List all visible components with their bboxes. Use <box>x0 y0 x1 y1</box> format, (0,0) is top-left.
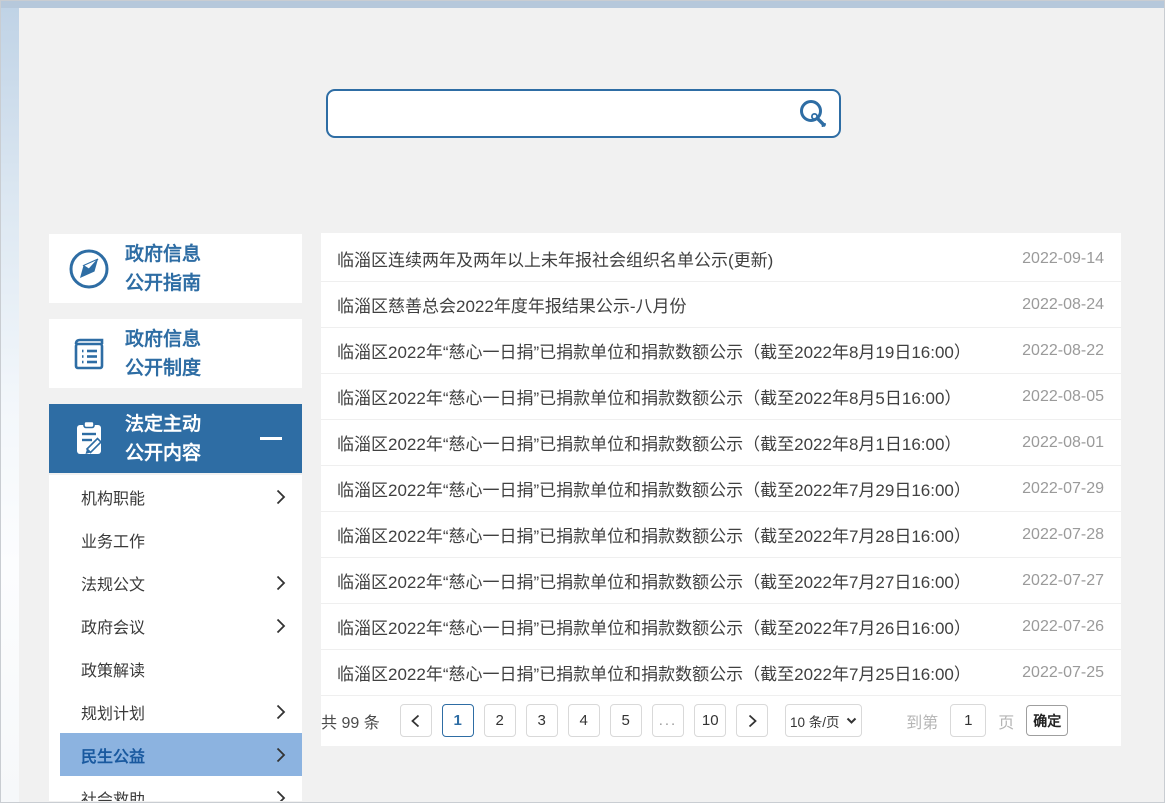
register-book-icon <box>66 331 112 377</box>
left-gradient-strip <box>1 8 19 803</box>
page-size-value: 10 条/页 <box>790 711 840 731</box>
sidebar-item-label: 法规公文 <box>81 571 276 595</box>
prev-page-button[interactable] <box>400 704 432 737</box>
announcement-title[interactable]: 临淄区2022年“慈心一日捐”已捐款单位和捐款数额公示（截至2022年7月27日… <box>337 568 1002 593</box>
announcement-row[interactable]: 临淄区2022年“慈心一日捐”已捐款单位和捐款数额公示（截至2022年7月27日… <box>321 558 1121 604</box>
collapse-minus-icon[interactable] <box>260 437 282 440</box>
chevron-left-icon <box>411 714 420 728</box>
sidebar-submenu: 机构职能 业务工作 法规公文 <box>49 475 302 801</box>
next-page-button[interactable] <box>736 704 768 737</box>
goto-page-input[interactable] <box>950 704 986 737</box>
search-box <box>326 89 841 138</box>
goto-page-suffix: 页 <box>998 709 1014 733</box>
chevron-down-icon <box>846 717 857 724</box>
compass-icon <box>66 246 112 292</box>
goto-page-prefix: 到第 <box>906 709 938 733</box>
page-size-select[interactable]: 10 条/页 <box>785 704 862 737</box>
top-strip <box>1 1 1164 8</box>
chevron-right-icon <box>276 532 286 548</box>
announcement-row[interactable]: 临淄区2022年“慈心一日捐”已捐款单位和捐款数额公示（截至2022年8月5日1… <box>321 374 1121 420</box>
chevron-right-icon <box>276 661 286 677</box>
sidebar-section-gov-info-guide[interactable]: 政府信息 公开指南 <box>49 234 302 303</box>
chevron-right-icon <box>276 489 286 505</box>
announcement-date: 2022-07-25 <box>1022 664 1104 682</box>
announcement-date: 2022-08-01 <box>1022 434 1104 452</box>
confirm-button[interactable]: 确定 <box>1026 705 1068 736</box>
announcement-date: 2022-09-14 <box>1022 250 1104 268</box>
announcement-rows: 临淄区连续两年及两年以上未年报社会组织名单公示(更新) 2022-09-14 临… <box>321 236 1121 696</box>
clipboard-pen-icon <box>66 416 112 462</box>
chevron-right-icon <box>276 575 286 591</box>
sidebar-section-statutory-disclosure[interactable]: 法定主动 公开内容 <box>49 404 302 473</box>
announcement-row[interactable]: 临淄区2022年“慈心一日捐”已捐款单位和捐款数额公示（截至2022年7月28日… <box>321 512 1121 558</box>
announcement-date: 2022-07-28 <box>1022 526 1104 544</box>
announcement-row[interactable]: 临淄区2022年“慈心一日捐”已捐款单位和捐款数额公示（截至2022年7月29日… <box>321 466 1121 512</box>
page-number-button[interactable]: ... <box>652 704 685 737</box>
sidebar-item[interactable]: 民生公益 <box>60 733 302 776</box>
search-icon <box>797 98 829 130</box>
sidebar-item-label: 政策解读 <box>81 657 276 681</box>
page-number-button[interactable]: 3 <box>526 704 558 737</box>
chevron-right-icon <box>276 618 286 634</box>
announcement-title[interactable]: 临淄区2022年“慈心一日捐”已捐款单位和捐款数额公示（截至2022年7月29日… <box>337 476 1002 501</box>
announcement-date: 2022-08-05 <box>1022 388 1104 406</box>
announcement-title[interactable]: 临淄区2022年“慈心一日捐”已捐款单位和捐款数额公示（截至2022年8月1日1… <box>337 430 1002 455</box>
sidebar-item-label: 社会救助 <box>81 786 276 802</box>
announcement-title[interactable]: 临淄区2022年“慈心一日捐”已捐款单位和捐款数额公示（截至2022年7月25日… <box>337 660 1002 685</box>
announcement-panel: 临淄区连续两年及两年以上未年报社会组织名单公示(更新) 2022-09-14 临… <box>321 233 1121 746</box>
page-number-button[interactable]: 2 <box>484 704 516 737</box>
announcement-title[interactable]: 临淄区2022年“慈心一日捐”已捐款单位和捐款数额公示（截至2022年8月19日… <box>337 338 1002 363</box>
sidebar-item[interactable]: 政府会议 <box>49 604 302 647</box>
sidebar-item-label: 规划计划 <box>81 700 276 724</box>
page-number-button[interactable]: 4 <box>568 704 600 737</box>
announcement-row[interactable]: 临淄区慈善总会2022年度年报结果公示-八月份 2022-08-24 <box>321 282 1121 328</box>
sidebar-item[interactable]: 社会救助 <box>49 776 302 801</box>
sidebar-item[interactable]: 机构职能 <box>49 475 302 518</box>
sidebar-item-label: 机构职能 <box>81 485 276 509</box>
announcement-title[interactable]: 临淄区2022年“慈心一日捐”已捐款单位和捐款数额公示（截至2022年7月28日… <box>337 522 1002 547</box>
search-button[interactable] <box>791 91 839 136</box>
sidebar-section-label: 政府信息 公开制度 <box>125 325 201 383</box>
page-number-buttons: 12345... 10 <box>442 704 737 737</box>
announcement-row[interactable]: 临淄区2022年“慈心一日捐”已捐款单位和捐款数额公示（截至2022年7月25日… <box>321 650 1121 696</box>
announcement-row[interactable]: 临淄区连续两年及两年以上未年报社会组织名单公示(更新) 2022-09-14 <box>321 236 1121 282</box>
announcement-title[interactable]: 临淄区连续两年及两年以上未年报社会组织名单公示(更新) <box>337 246 1002 271</box>
announcement-row[interactable]: 临淄区2022年“慈心一日捐”已捐款单位和捐款数额公示（截至2022年8月1日1… <box>321 420 1121 466</box>
sidebar-section-label: 法定主动 公开内容 <box>125 410 201 468</box>
page-number-button[interactable]: 10 <box>694 704 726 737</box>
announcement-title[interactable]: 临淄区2022年“慈心一日捐”已捐款单位和捐款数额公示（截至2022年8月5日1… <box>337 384 1002 409</box>
sidebar-item-label: 民生公益 <box>81 743 276 767</box>
sidebar-item[interactable]: 业务工作 <box>49 518 302 561</box>
page-number-button[interactable]: 5 <box>610 704 642 737</box>
announcement-date: 2022-08-22 <box>1022 342 1104 360</box>
sidebar-item-label: 政府会议 <box>81 614 276 638</box>
chevron-right-icon <box>276 790 286 802</box>
search-input[interactable] <box>328 91 791 136</box>
sidebar-item[interactable]: 规划计划 <box>49 690 302 733</box>
page: 政府信息 公开指南 政府信息 公开制度 <box>0 0 1165 803</box>
chevron-right-icon <box>748 714 757 728</box>
announcement-date: 2022-07-26 <box>1022 618 1104 636</box>
pagination-bar: 共 99 条 12345... 10 10 条/页 <box>321 696 1121 745</box>
announcement-title[interactable]: 临淄区2022年“慈心一日捐”已捐款单位和捐款数额公示（截至2022年7月26日… <box>337 614 1002 639</box>
sidebar-item-label: 业务工作 <box>81 528 276 552</box>
sidebar-section-gov-info-system[interactable]: 政府信息 公开制度 <box>49 319 302 388</box>
total-count: 共 99 条 <box>321 709 380 733</box>
announcement-row[interactable]: 临淄区2022年“慈心一日捐”已捐款单位和捐款数额公示（截至2022年8月19日… <box>321 328 1121 374</box>
announcement-date: 2022-07-29 <box>1022 480 1104 498</box>
sidebar-item[interactable]: 政策解读 <box>49 647 302 690</box>
announcement-row[interactable]: 临淄区2022年“慈心一日捐”已捐款单位和捐款数额公示（截至2022年7月26日… <box>321 604 1121 650</box>
chevron-right-icon <box>276 704 286 720</box>
sidebar-section-label: 政府信息 公开指南 <box>125 240 201 298</box>
announcement-date: 2022-08-24 <box>1022 296 1104 314</box>
announcement-title[interactable]: 临淄区慈善总会2022年度年报结果公示-八月份 <box>337 292 1002 317</box>
page-number-button[interactable]: 1 <box>442 704 474 737</box>
chevron-right-icon <box>276 747 286 763</box>
sidebar-item[interactable]: 法规公文 <box>49 561 302 604</box>
announcement-date: 2022-07-27 <box>1022 572 1104 590</box>
